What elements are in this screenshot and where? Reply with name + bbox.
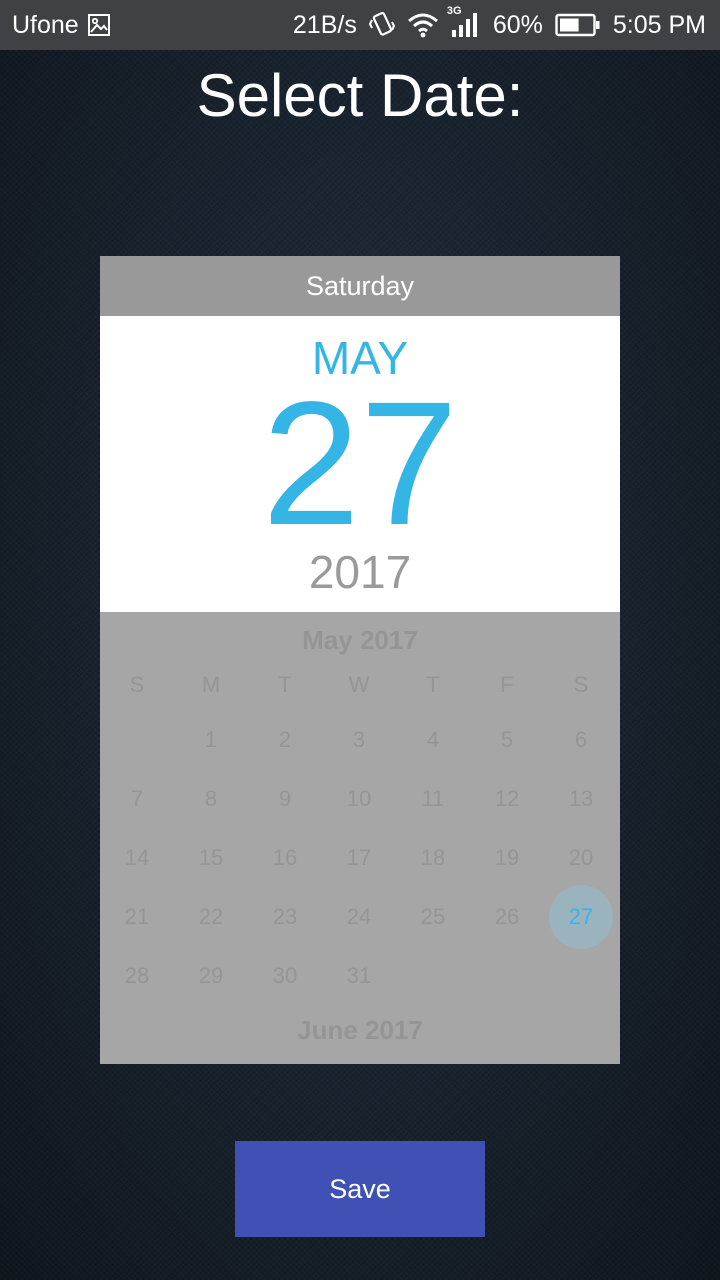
net-speed: 21B/s — [292, 10, 357, 39]
day-cell[interactable]: 8 — [179, 767, 243, 831]
day-cell[interactable]: 24 — [327, 885, 391, 949]
day-cell[interactable]: 1 — [179, 708, 243, 772]
day-cell[interactable]: 15 — [179, 826, 243, 890]
day-cell[interactable]: 10 — [327, 767, 391, 831]
image-notification-icon — [87, 13, 111, 37]
day-cell[interactable]: 23 — [253, 885, 317, 949]
day-cell[interactable]: 17 — [327, 826, 391, 890]
network-type: 3G — [446, 5, 462, 17]
carrier-name: Ufone — [12, 10, 79, 39]
day-cell[interactable]: 19 — [475, 826, 539, 890]
day-cell[interactable]: 30 — [253, 944, 317, 1008]
day-cell[interactable]: 12 — [475, 767, 539, 831]
day-cell[interactable]: 5 — [475, 708, 539, 772]
day-cell[interactable]: 16 — [253, 826, 317, 890]
day-cell[interactable]: 2 — [253, 708, 317, 772]
clock: 5:05 PM — [612, 10, 706, 39]
day-cell-selected[interactable]: 27 — [549, 885, 613, 949]
page-title: Select Date: — [196, 62, 524, 129]
status-bar-right: 21B/s 3G 60% 5:05 PM — [293, 0, 706, 50]
day-cell[interactable]: 14 — [105, 826, 169, 890]
day-cell[interactable]: 28 — [105, 944, 169, 1008]
day-cell[interactable]: 29 — [179, 944, 243, 1008]
weekday-header: Saturday — [100, 256, 620, 316]
status-bar: Ufone 21B/s 3G 60% 5:05 PM — [0, 0, 720, 50]
selected-date-panel: MAY 27 2017 — [100, 316, 620, 612]
save-button[interactable]: Save — [235, 1141, 485, 1237]
battery-icon — [555, 13, 601, 37]
day-cell[interactable]: 25 — [401, 885, 465, 949]
day-cell[interactable]: 11 — [401, 767, 465, 831]
selected-day[interactable]: 27 — [100, 376, 620, 552]
date-picker: Saturday MAY 27 2017 May 2017 SMTWTFS 12… — [100, 256, 620, 1064]
day-cell[interactable]: 31 — [327, 944, 391, 1008]
day-cell[interactable]: 20 — [549, 826, 613, 890]
calendar-month-view[interactable]: May 2017 SMTWTFS 1 2 3 4 5 6 7 8 9 10 11 12 13 14 15 16… — [100, 612, 620, 1064]
status-bar-left: Ufone — [12, 0, 111, 50]
day-cell[interactable]: 3 — [327, 708, 391, 772]
day-cell[interactable]: 13 — [549, 767, 613, 831]
day-cell[interactable]: 7 — [105, 767, 169, 831]
wifi-icon — [407, 12, 439, 38]
vibrate-icon — [368, 11, 395, 39]
day-cell[interactable]: 9 — [253, 767, 317, 831]
day-cell[interactable]: 6 — [549, 708, 613, 772]
day-cell[interactable]: 4 — [401, 708, 465, 772]
day-cell[interactable]: 22 — [179, 885, 243, 949]
next-month-title[interactable]: June 2017 — [100, 1012, 620, 1048]
day-cell[interactable]: 18 — [401, 826, 465, 890]
selected-year[interactable]: 2017 — [100, 542, 620, 602]
day-cell[interactable]: 26 — [475, 885, 539, 949]
battery-percent: 60% — [492, 10, 543, 39]
day-grid: 1 2 3 4 5 6 7 8 9 10 11 12 13 14 15 16 17 18 19 20 21 22 23 24 2… — [100, 612, 620, 1064]
day-cell[interactable]: 21 — [105, 885, 169, 949]
signal-icon: 3G — [447, 5, 481, 38]
